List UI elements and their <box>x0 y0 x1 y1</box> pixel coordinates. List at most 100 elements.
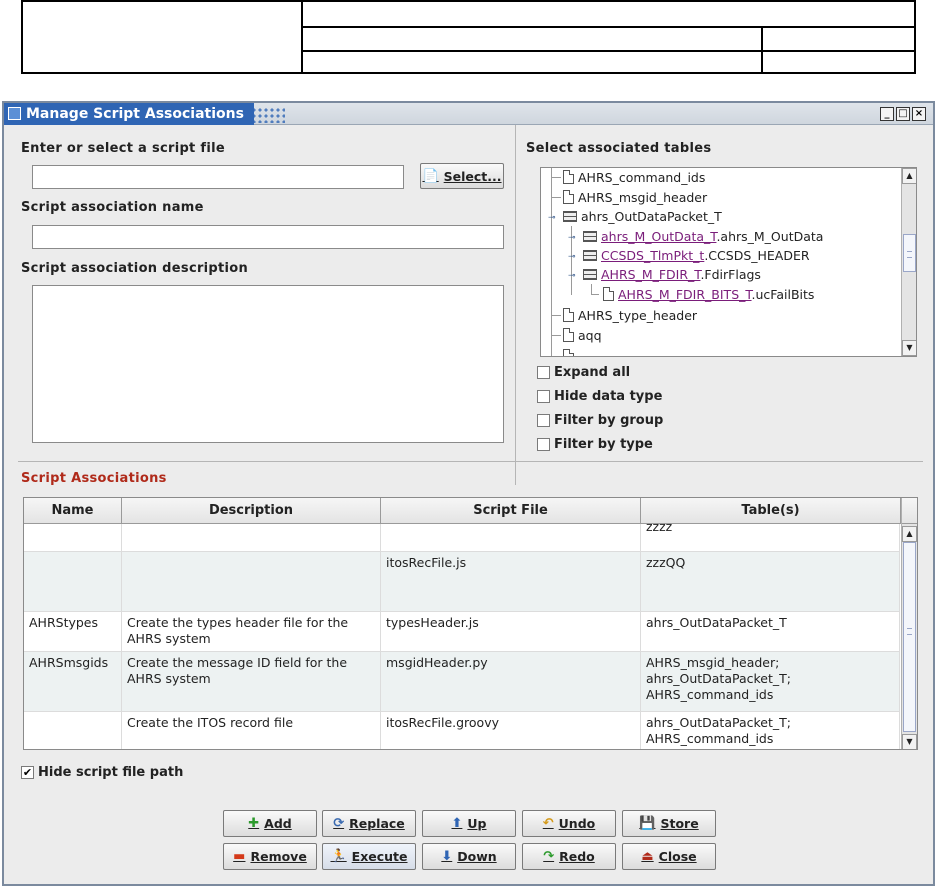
cell-script-file: itosRecFile.groovy <box>381 712 641 749</box>
checkbox-box[interactable] <box>537 390 550 403</box>
expand-toggle-icon[interactable]: ⊸ <box>568 253 576 262</box>
checkbox-box[interactable] <box>537 414 550 427</box>
script-file-input[interactable] <box>32 165 404 189</box>
file-icon <box>563 190 574 204</box>
column-header-script-file[interactable]: Script File <box>381 498 641 524</box>
table-tree[interactable]: ⊸ ⊸ ⊸ ⊸ AHRS_command_ids AHRS_msgid_head… <box>540 167 917 357</box>
tree-node[interactable]: CCSDS_TlmPkt_t.CCSDS_HEADER <box>583 247 810 265</box>
file-icon <box>563 308 574 322</box>
file-icon <box>563 170 574 184</box>
select-button[interactable]: 📄 Select... <box>420 163 504 189</box>
title-decoration <box>245 107 285 123</box>
cell-description: Create the ITOS record file <box>122 712 381 749</box>
scroll-up-icon[interactable]: ▲ <box>902 168 916 184</box>
data-type-link[interactable]: AHRS_M_FDIR_BITS_T <box>618 287 752 302</box>
table-scrollbar[interactable]: ▲ ▼ <box>901 498 917 749</box>
column-header-tables[interactable]: Table(s) <box>641 498 901 524</box>
tree-node[interactable]: AHRS_msgid_header <box>563 189 707 207</box>
checkbox-box[interactable] <box>537 438 550 451</box>
cell-name <box>24 712 122 749</box>
tree-node[interactable] <box>563 348 578 356</box>
collapse-toggle-icon[interactable]: ⊸ <box>568 272 576 281</box>
tree-guide <box>551 335 561 336</box>
redo-button[interactable]: ↷ Redo <box>522 843 616 870</box>
select-button-label: Select... <box>443 168 502 184</box>
filter-by-type-checkbox[interactable]: Filter by type <box>537 437 653 452</box>
cell-name: AHRSmsgids <box>24 652 122 711</box>
checkbox-box[interactable] <box>537 366 550 379</box>
tree-node[interactable]: aqq <box>563 327 602 345</box>
cell-script-file: itosRecFile.js <box>381 552 641 611</box>
assoc-name-input[interactable] <box>32 225 504 249</box>
scroll-down-icon[interactable]: ▼ <box>902 340 916 356</box>
title-bar[interactable]: Manage Script Associations _ □ × <box>4 103 933 125</box>
tree-scrollbar[interactable]: ▲ ▼ <box>901 168 916 356</box>
cell-name <box>24 524 122 551</box>
redo-icon: ↷ <box>543 849 555 864</box>
select-file-icon: 📄 <box>422 168 439 184</box>
data-type-link[interactable]: AHRS_M_FDIR_T <box>601 267 700 282</box>
tree-node[interactable]: AHRS_type_header <box>563 307 697 325</box>
hide-data-type-checkbox[interactable]: Hide data type <box>537 389 662 404</box>
down-button-label: Down <box>457 849 497 864</box>
file-icon <box>603 287 614 301</box>
table-row[interactable]: AHRStypes Create the types header file f… <box>24 612 900 652</box>
cell-script-file <box>381 524 641 551</box>
scroll-thumb[interactable] <box>903 542 916 732</box>
scroll-up-icon[interactable]: ▲ <box>902 526 917 542</box>
plus-icon: ✚ <box>248 816 260 831</box>
scroll-down-icon[interactable]: ▼ <box>902 734 917 749</box>
tree-node[interactable]: ahrs_OutDataPacket_T <box>563 208 722 226</box>
script-associations-label: Script Associations <box>21 471 167 486</box>
tree-node-label: AHRS_msgid_header <box>578 190 708 205</box>
close-button[interactable]: ⏏ Close <box>622 843 716 870</box>
table-row[interactable]: zzzz <box>24 524 900 552</box>
filter-by-group-checkbox[interactable]: Filter by group <box>537 413 663 428</box>
column-header-name[interactable]: Name <box>24 498 122 524</box>
manage-script-associations-window: Manage Script Associations _ □ × Enter o… <box>2 101 935 886</box>
close-window-button[interactable]: × <box>912 107 926 121</box>
undo-button[interactable]: ↶ Undo <box>522 810 616 837</box>
table-row[interactable]: Create the ITOS record file itosRecFile.… <box>24 712 900 749</box>
hide-script-file-path-checkbox[interactable]: ✔ Hide script file path <box>21 765 183 780</box>
replace-button[interactable]: ⟳ Replace <box>322 810 416 837</box>
table-divider <box>301 26 914 28</box>
assoc-name-label: Script association name <box>21 200 204 215</box>
expand-toggle-icon[interactable]: ⊸ <box>568 234 576 243</box>
table-row[interactable]: AHRSmsgids Create the message ID field f… <box>24 652 900 712</box>
expand-all-checkbox[interactable]: Expand all <box>537 365 630 380</box>
remove-button[interactable]: ▬ Remove <box>223 843 317 870</box>
tree-node[interactable]: AHRS_M_FDIR_T.FdirFlags <box>583 266 761 284</box>
collapse-toggle-icon[interactable]: ⊸ <box>548 214 556 223</box>
table-icon <box>563 211 577 222</box>
scrollbar-header-corner <box>902 498 917 524</box>
file-icon <box>563 349 574 356</box>
assoc-desc-textarea[interactable] <box>32 285 504 443</box>
minimize-button[interactable]: _ <box>880 107 894 121</box>
add-button[interactable]: ✚ Add <box>223 810 317 837</box>
execute-button[interactable]: 🏃 Execute <box>322 843 416 870</box>
associations-table[interactable]: Name Description Script File Table(s) zz… <box>23 497 918 750</box>
table-row[interactable]: itosRecFile.js zzzQQ <box>24 552 900 612</box>
store-button[interactable]: 💾 Store <box>622 810 716 837</box>
run-icon: 🏃 <box>330 849 347 864</box>
tree-node[interactable]: AHRS_M_FDIR_BITS_T.ucFailBits <box>603 286 814 304</box>
maximize-button[interactable]: □ <box>896 107 910 121</box>
undo-button-label: Undo <box>558 816 596 831</box>
data-type-link[interactable]: CCSDS_TlmPkt_t <box>601 248 704 263</box>
scroll-thumb[interactable] <box>903 234 916 272</box>
tree-node[interactable]: ahrs_M_OutData_T.ahrs_M_OutData <box>583 228 823 246</box>
window-icon <box>8 107 21 120</box>
checkbox-box[interactable]: ✔ <box>21 766 34 779</box>
checkbox-label: Filter by group <box>554 413 664 428</box>
column-header-description[interactable]: Description <box>122 498 381 524</box>
down-button[interactable]: ⬇ Down <box>422 843 516 870</box>
up-button[interactable]: ⬆ Up <box>422 810 516 837</box>
tree-node[interactable]: AHRS_command_ids <box>563 169 705 187</box>
cell-description <box>122 552 381 611</box>
up-button-label: Up <box>467 816 487 831</box>
data-type-link[interactable]: ahrs_M_OutData_T <box>601 229 716 244</box>
exit-icon: ⏏ <box>641 849 654 864</box>
assoc-desc-label: Script association description <box>21 261 249 276</box>
tree-node-label: .ahrs_M_OutData <box>716 229 824 244</box>
